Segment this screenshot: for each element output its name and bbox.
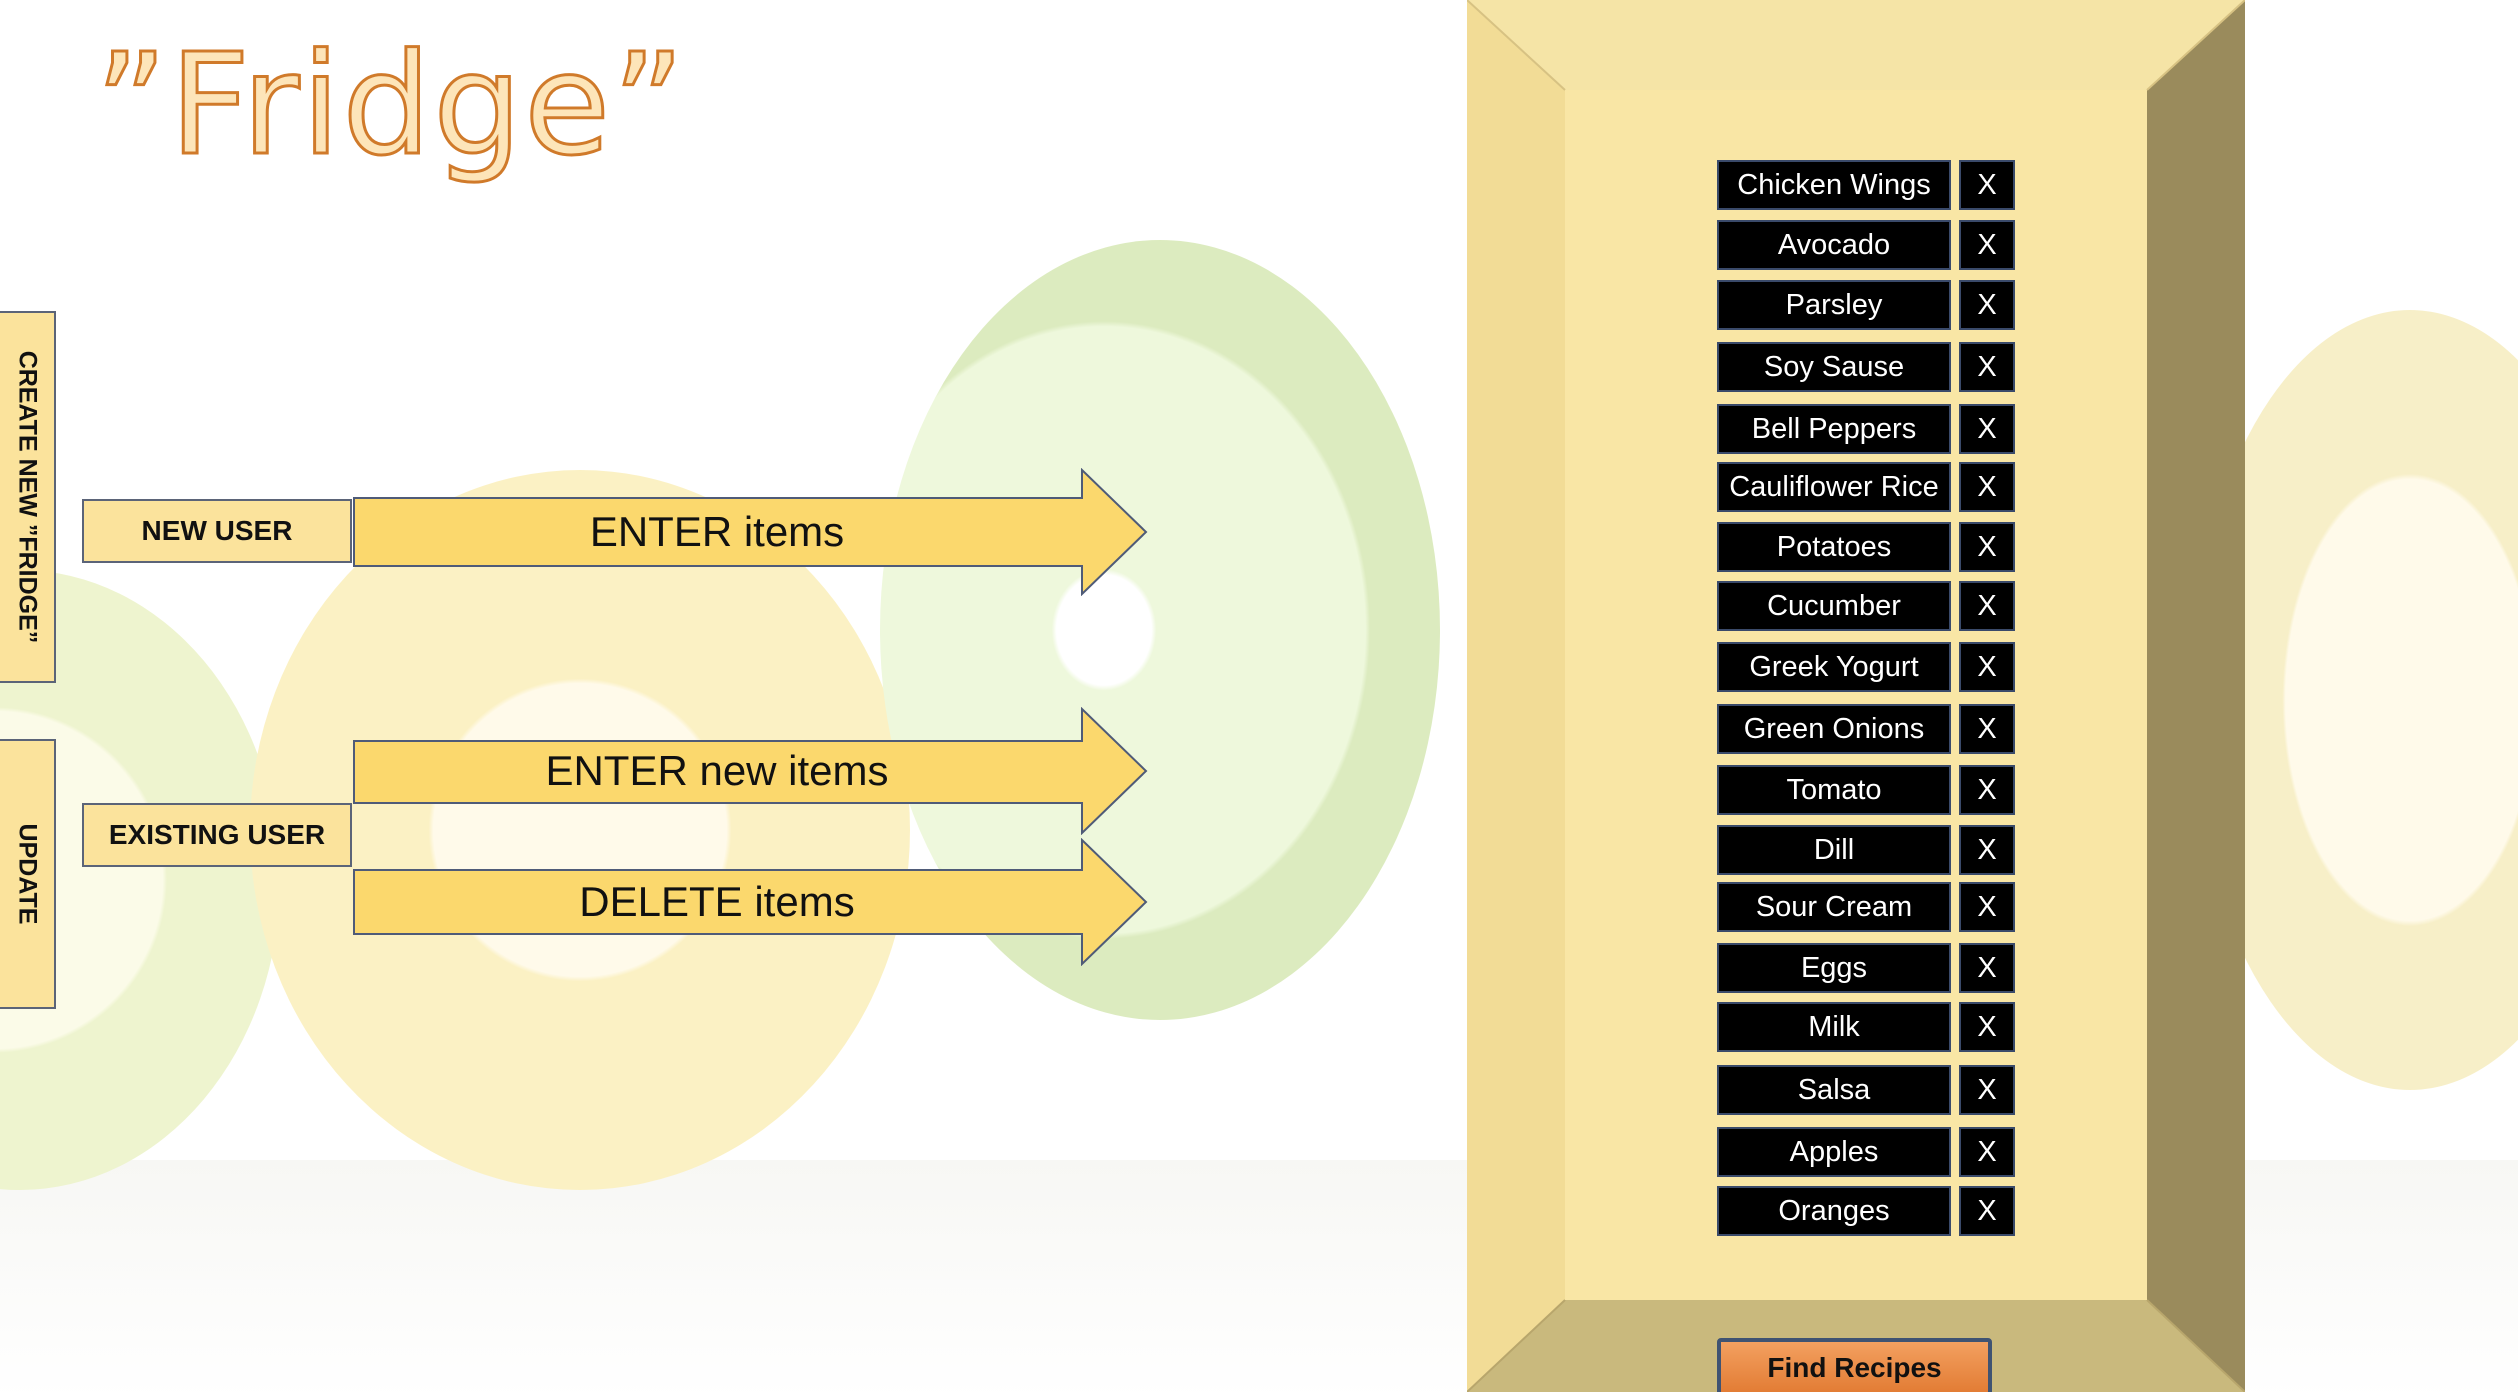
delete-item-button[interactable]: X <box>1959 642 2015 692</box>
list-item: Green Onions X <box>1717 704 2017 754</box>
item-name: Dill <box>1717 825 1951 875</box>
list-item: Cucumber X <box>1717 581 2017 631</box>
item-name: Chicken Wings <box>1717 160 1951 210</box>
list-item: Dill X <box>1717 825 2017 875</box>
item-name: Sour Cream <box>1717 882 1951 932</box>
item-name: Avocado <box>1717 220 1951 270</box>
item-name: Parsley <box>1717 280 1951 330</box>
list-item: Salsa X <box>1717 1065 2017 1115</box>
delete-items-label: DELETE items <box>579 878 855 925</box>
list-item: Milk X <box>1717 1002 2017 1052</box>
item-name: Eggs <box>1717 943 1951 993</box>
delete-items-arrow-button[interactable]: DELETE items <box>352 838 1148 966</box>
new-user-button[interactable]: NEW USER <box>82 499 352 563</box>
list-item: Tomato X <box>1717 765 2017 815</box>
create-new-fridge-label: CREATE NEW ”FRIDGE” <box>13 350 42 644</box>
delete-item-button[interactable]: X <box>1959 160 2015 210</box>
item-name: Cucumber <box>1717 581 1951 631</box>
delete-item-button[interactable]: X <box>1959 943 2015 993</box>
update-label: UPDATE <box>13 823 42 925</box>
slide-canvas: ”Fridge” CREATE NEW ”FRIDGE” UPDATE NEW … <box>0 0 2518 1392</box>
list-item: Potatoes X <box>1717 522 2017 572</box>
item-name: Apples <box>1717 1127 1951 1177</box>
list-item: Chicken Wings X <box>1717 160 2017 210</box>
item-name: Bell Peppers <box>1717 404 1951 454</box>
create-new-fridge-button[interactable]: CREATE NEW ”FRIDGE” <box>0 311 56 683</box>
item-name: Greek Yogurt <box>1717 642 1951 692</box>
delete-item-button[interactable]: X <box>1959 462 2015 512</box>
list-item: Bell Peppers X <box>1717 404 2017 454</box>
list-item: Oranges X <box>1717 1186 2017 1236</box>
item-name: Potatoes <box>1717 522 1951 572</box>
delete-item-button[interactable]: X <box>1959 825 2015 875</box>
delete-item-button[interactable]: X <box>1959 1065 2015 1115</box>
item-name: Cauliflower Rice <box>1717 462 1951 512</box>
fridge-item-list: Chicken Wings X Avocado X Parsley X Soy … <box>1717 160 2017 1240</box>
list-item: Sour Cream X <box>1717 882 2017 932</box>
delete-item-button[interactable]: X <box>1959 704 2015 754</box>
item-name: Soy Sause <box>1717 342 1951 392</box>
enter-items-arrow-button[interactable]: ENTER items <box>352 468 1148 596</box>
delete-item-button[interactable]: X <box>1959 765 2015 815</box>
list-item: Apples X <box>1717 1127 2017 1177</box>
item-name: Milk <box>1717 1002 1951 1052</box>
list-item: Eggs X <box>1717 943 2017 993</box>
delete-item-button[interactable]: X <box>1959 581 2015 631</box>
update-button[interactable]: UPDATE <box>0 739 56 1009</box>
delete-item-button[interactable]: X <box>1959 404 2015 454</box>
list-item: Cauliflower Rice X <box>1717 462 2017 512</box>
delete-item-button[interactable]: X <box>1959 220 2015 270</box>
existing-user-button[interactable]: EXISTING USER <box>82 803 352 867</box>
list-item: Soy Sause X <box>1717 342 2017 392</box>
list-item: Parsley X <box>1717 280 2017 330</box>
list-item: Avocado X <box>1717 220 2017 270</box>
delete-item-button[interactable]: X <box>1959 522 2015 572</box>
enter-items-label: ENTER items <box>589 508 845 555</box>
page-title: ”Fridge” <box>94 24 687 187</box>
find-recipes-button[interactable]: Find Recipes <box>1717 1338 1992 1392</box>
delete-item-button[interactable]: X <box>1959 882 2015 932</box>
delete-item-button[interactable]: X <box>1959 1002 2015 1052</box>
enter-new-items-label: ENTER new items <box>545 747 889 794</box>
delete-item-button[interactable]: X <box>1959 1127 2015 1177</box>
item-name: Oranges <box>1717 1186 1951 1236</box>
item-name: Green Onions <box>1717 704 1951 754</box>
delete-item-button[interactable]: X <box>1959 1186 2015 1236</box>
list-item: Greek Yogurt X <box>1717 642 2017 692</box>
delete-item-button[interactable]: X <box>1959 280 2015 330</box>
item-name: Salsa <box>1717 1065 1951 1115</box>
delete-item-button[interactable]: X <box>1959 342 2015 392</box>
enter-new-items-arrow-button[interactable]: ENTER new items <box>352 707 1148 835</box>
item-name: Tomato <box>1717 765 1951 815</box>
